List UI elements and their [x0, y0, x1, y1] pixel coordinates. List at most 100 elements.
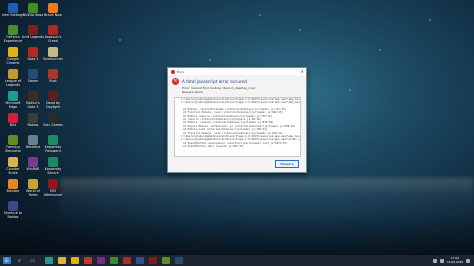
- app-taskbar-2[interactable]: [97, 257, 105, 264]
- desktop-icon[interactable]: Dead by Daylight: [42, 91, 64, 110]
- brave-icon: [48, 3, 58, 13]
- ok-button[interactable]: Принять: [275, 160, 299, 168]
- desktop-icon-label: WinRAR: [26, 167, 40, 171]
- blender-icon: [8, 179, 18, 189]
- desktop-icon[interactable]: Blender: [2, 179, 24, 194]
- stack-trace-box[interactable]: - C:\Users\grabo\AppData\Local\Discord\a…: [174, 97, 301, 157]
- desktop-icon[interactable]: Baldur's Gate 3: [22, 91, 44, 110]
- desktop-icon[interactable]: Steam: [22, 69, 44, 84]
- stack-trace-line: - C:\Users\grabo\AppData\Local\Discord\a…: [178, 101, 300, 105]
- wallpaper-ground: [0, 215, 474, 255]
- dialog-header: ✕ A fatal javascript error occured: [168, 75, 306, 86]
- app-taskbar-7[interactable]: [162, 257, 170, 264]
- desktop-icon-label: GeForce Experience: [3, 35, 23, 43]
- app-taskbar-3[interactable]: [110, 257, 118, 264]
- start-button[interactable]: ⊞: [2, 257, 11, 264]
- notification-icon[interactable]: [466, 258, 470, 263]
- desktop-icon-label: Baldur's Gate 3: [26, 101, 40, 109]
- desktop-icon[interactable]: Farming Simulator: [2, 135, 24, 154]
- desktop-icon[interactable]: Kaspersky Password: [42, 135, 64, 154]
- game-icon: [48, 91, 58, 101]
- desktop-icon[interactable]: Counter Strike: [2, 157, 24, 176]
- game-icon: [8, 157, 18, 167]
- desktop-icon[interactable]: Rust: [42, 69, 64, 84]
- desktop-icon-label: Counter Strike: [6, 167, 20, 175]
- desktop-icon[interactable]: Roblox: [22, 113, 44, 128]
- file-explorer-taskbar[interactable]: [58, 257, 66, 264]
- desktop-icon-label: MSI Afterburner: [43, 189, 63, 197]
- epic-games-icon: [48, 113, 58, 123]
- steam-icon: [28, 69, 38, 79]
- desktop-icon-label: Microsoft Edge: [5, 101, 21, 109]
- desktop-icon[interactable]: Brave Now: [42, 3, 64, 18]
- winrar-icon: [28, 157, 38, 167]
- clock-date: 14.06.2020: [446, 259, 463, 264]
- dialog-titlebar: Error ✕: [168, 68, 306, 75]
- kaspersky-icon: [48, 157, 58, 167]
- desktop-icon[interactable]: MSI Afterburner: [42, 179, 64, 198]
- dialog-heading: A fatal javascript error occured: [182, 79, 247, 84]
- discord-error-icon: [171, 69, 175, 74]
- desktop-icon[interactable]: League of Legends: [2, 69, 24, 88]
- app-taskbar-5[interactable]: [136, 257, 144, 264]
- desktop-icon[interactable]: GeForce Experience: [2, 25, 24, 44]
- desktop-icon[interactable]: Intel Settings: [2, 3, 24, 18]
- app-taskbar-1[interactable]: [84, 257, 92, 264]
- desktop-icon-label: NVIDIA Base: [22, 13, 44, 17]
- desktop-icon[interactable]: Brio: [2, 113, 24, 128]
- system-tray: 17:04 14.06.2020: [432, 255, 470, 266]
- desktop-icon[interactable]: Resident: [22, 135, 44, 150]
- error-icon: ✕: [172, 78, 179, 85]
- desktop-icon[interactable]: Google Chrome: [2, 47, 24, 66]
- geforce-experience-icon: [8, 25, 18, 35]
- desktop-icon-label: Google Chrome: [6, 57, 20, 65]
- desktop-icon-label: Shortcut to Roblox: [3, 211, 23, 219]
- dialog-message: Error: Cannot find module 'discord_deskt…: [168, 86, 306, 96]
- desktop-icon[interactable]: World of Tanks: [22, 179, 44, 198]
- desktop-icon-label: Snowrunner: [43, 57, 63, 61]
- game-icon: [28, 179, 38, 189]
- task-view-button[interactable]: ▭: [29, 257, 37, 264]
- desktop-icon-label: League of Legends: [4, 79, 22, 87]
- desktop-icon[interactable]: Kaspersky Secure: [42, 157, 64, 176]
- close-icon[interactable]: ✕: [301, 69, 304, 74]
- desktop-icon[interactable]: Shortcut to Roblox: [2, 201, 24, 220]
- app-taskbar-4[interactable]: [123, 257, 131, 264]
- desktop-icon[interactable]: Assassin's Creed: [42, 25, 64, 44]
- error-dialog: Error ✕ ✕ A fatal javascript error occur…: [167, 67, 307, 173]
- desktop-icon-label: Blender: [6, 189, 20, 193]
- chrome-taskbar[interactable]: [71, 257, 79, 264]
- desktop-icon-label: Brave Now: [44, 13, 62, 17]
- game-icon: [48, 69, 58, 79]
- nvidia-icon: [28, 3, 38, 13]
- desktop-icon[interactable]: Acid Legends: [22, 25, 44, 40]
- desktop-icon-label: Rust: [49, 79, 57, 83]
- search-button[interactable]: ⌕: [16, 257, 24, 264]
- dialog-message-line: Require stack:: [182, 89, 204, 94]
- desktop-icon[interactable]: WinRAR: [22, 157, 44, 172]
- desktop-icon-label: Dota 2: [27, 57, 39, 61]
- desktop-icon-label: Kaspersky Secure: [44, 167, 62, 175]
- desktop-icon[interactable]: NVIDIA Base: [22, 3, 44, 18]
- network-icon[interactable]: [432, 258, 437, 263]
- intel-settings-icon: [8, 3, 18, 13]
- desktop-icon-grid: Intel Settings NVIDIA Base Brave Now GeForc…: [0, 0, 70, 255]
- desktop-icon-label: World of Tanks: [26, 189, 40, 197]
- app-taskbar-8[interactable]: [175, 257, 183, 264]
- game-icon: [48, 25, 58, 35]
- desktop-icon-label: Acid Legends: [22, 35, 44, 39]
- volume-icon[interactable]: [439, 258, 444, 263]
- app-taskbar-6[interactable]: [149, 257, 157, 264]
- clock[interactable]: 17:04 14.06.2020: [446, 256, 463, 264]
- edge-taskbar[interactable]: [45, 257, 53, 264]
- league-of-legends-icon: [8, 69, 18, 79]
- desktop-icon-label: Roblox: [27, 123, 39, 127]
- desktop-icon[interactable]: Epic Games: [42, 113, 64, 128]
- dialog-title: Error: [177, 69, 185, 74]
- desktop-icon[interactable]: Snowrunner: [42, 47, 64, 62]
- desktop-icon-label: Kaspersky Password: [44, 145, 62, 153]
- desktop-icon[interactable]: Dota 2: [22, 47, 44, 62]
- desktop-icon-label: Assassin's Creed: [44, 35, 62, 43]
- dota-icon: [28, 47, 38, 57]
- desktop-icon[interactable]: Microsoft Edge: [2, 91, 24, 110]
